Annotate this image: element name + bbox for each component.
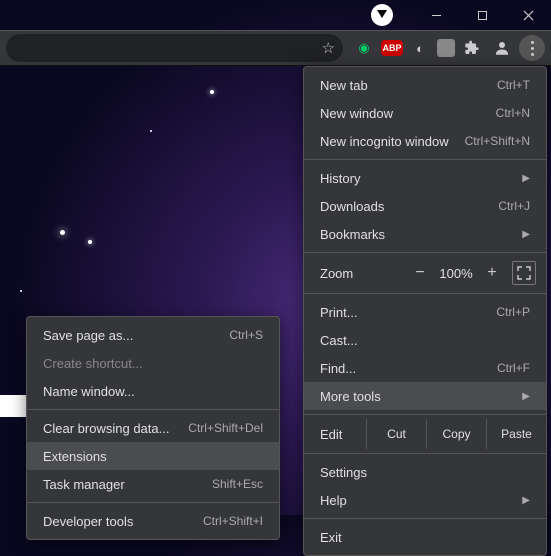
- menu-print[interactable]: Print... Ctrl+P: [304, 298, 546, 326]
- menu-label: New tab: [320, 78, 368, 93]
- menu-shortcut: Ctrl+P: [496, 305, 530, 319]
- separator: [304, 159, 546, 160]
- extension-abp-icon[interactable]: ABP: [381, 40, 403, 56]
- browser-toolbar: ☆ ◉ ABP ◐: [0, 30, 551, 66]
- edit-paste-button[interactable]: Paste: [486, 419, 546, 449]
- menu-new-window[interactable]: New window Ctrl+N: [304, 99, 546, 127]
- extension-translate-icon[interactable]: [437, 39, 455, 57]
- chevron-right-icon: ▶: [522, 391, 530, 402]
- menu-more-tools[interactable]: More tools ▶: [304, 382, 546, 410]
- zoom-out-button[interactable]: −: [406, 264, 434, 282]
- submenu-clear-browsing-data[interactable]: Clear browsing data... Ctrl+Shift+Del: [27, 414, 279, 442]
- separator: [304, 293, 546, 294]
- close-button[interactable]: [505, 0, 551, 30]
- chevron-right-icon: ▶: [522, 495, 530, 506]
- menu-label: New incognito window: [320, 134, 449, 149]
- submenu-create-shortcut: Create shortcut...: [27, 349, 279, 377]
- menu-label: Bookmarks: [320, 227, 385, 242]
- menu-settings[interactable]: Settings: [304, 458, 546, 486]
- menu-bookmarks[interactable]: Bookmarks ▶: [304, 220, 546, 248]
- kebab-icon: [531, 41, 534, 56]
- submenu-name-window[interactable]: Name window...: [27, 377, 279, 405]
- separator: [304, 252, 546, 253]
- submenu-developer-tools[interactable]: Developer tools Ctrl+Shift+I: [27, 507, 279, 535]
- zoom-label: Zoom: [320, 266, 353, 281]
- chevron-right-icon: ▶: [522, 229, 530, 240]
- submenu-task-manager[interactable]: Task manager Shift+Esc: [27, 470, 279, 498]
- submenu-label: Create shortcut...: [43, 356, 143, 371]
- menu-label: Help: [320, 493, 347, 508]
- menu-history[interactable]: History ▶: [304, 164, 546, 192]
- bookmark-star-icon[interactable]: ☆: [322, 39, 335, 57]
- submenu-label: Name window...: [43, 384, 135, 399]
- chevron-right-icon: ▶: [522, 173, 530, 184]
- zoom-in-button[interactable]: +: [478, 264, 506, 282]
- menu-label: More tools: [320, 389, 381, 404]
- menu-help[interactable]: Help ▶: [304, 486, 546, 514]
- submenu-save-page[interactable]: Save page as... Ctrl+S: [27, 321, 279, 349]
- extension-grammarly-icon[interactable]: ◉: [351, 35, 377, 61]
- menu-shortcut: Ctrl+Shift+N: [465, 134, 530, 148]
- chrome-menu-button[interactable]: [519, 35, 545, 61]
- chrome-main-menu: New tab Ctrl+T New window Ctrl+N New inc…: [303, 66, 547, 556]
- edit-cut-button[interactable]: Cut: [366, 419, 426, 449]
- menu-label: Exit: [320, 530, 342, 545]
- menu-label: New window: [320, 106, 393, 121]
- menu-find[interactable]: Find... Ctrl+F: [304, 354, 546, 382]
- separator: [304, 518, 546, 519]
- menu-shortcut: Ctrl+N: [496, 106, 530, 120]
- more-tools-submenu: Save page as... Ctrl+S Create shortcut..…: [26, 316, 280, 540]
- menu-shortcut: Ctrl+J: [498, 199, 530, 213]
- submenu-extensions[interactable]: Extensions: [27, 442, 279, 470]
- zoom-percent: 100%: [434, 266, 478, 281]
- fullscreen-button[interactable]: [512, 261, 536, 285]
- submenu-shortcut: Shift+Esc: [212, 477, 263, 491]
- extensions-puzzle-icon[interactable]: [459, 35, 485, 61]
- menu-label: Find...: [320, 361, 356, 376]
- menu-label: Downloads: [320, 199, 384, 214]
- menu-label: Print...: [320, 305, 358, 320]
- separator: [304, 453, 546, 454]
- menu-cast[interactable]: Cast...: [304, 326, 546, 354]
- submenu-label: Task manager: [43, 477, 125, 492]
- menu-shortcut: Ctrl+F: [497, 361, 530, 375]
- extension-moon-icon[interactable]: ◐: [407, 35, 433, 61]
- menu-label: Cast...: [320, 333, 358, 348]
- separator: [304, 414, 546, 415]
- submenu-label: Save page as...: [43, 328, 133, 343]
- menu-new-tab[interactable]: New tab Ctrl+T: [304, 71, 546, 99]
- separator: [27, 502, 279, 503]
- menu-new-incognito[interactable]: New incognito window Ctrl+Shift+N: [304, 127, 546, 155]
- submenu-label: Clear browsing data...: [43, 421, 169, 436]
- edit-label: Edit: [304, 427, 366, 442]
- submenu-shortcut: Ctrl+S: [229, 328, 263, 342]
- menu-zoom-row: Zoom − 100% +: [304, 257, 546, 289]
- submenu-shortcut: Ctrl+Shift+Del: [188, 421, 263, 435]
- separator: [27, 409, 279, 410]
- minimize-button[interactable]: [413, 0, 459, 30]
- submenu-shortcut: Ctrl+Shift+I: [203, 514, 263, 528]
- edit-copy-button[interactable]: Copy: [426, 419, 486, 449]
- menu-downloads[interactable]: Downloads Ctrl+J: [304, 192, 546, 220]
- menu-label: Settings: [320, 465, 367, 480]
- maximize-button[interactable]: [459, 0, 505, 30]
- menu-exit[interactable]: Exit: [304, 523, 546, 551]
- window-titlebar: [371, 0, 551, 30]
- menu-shortcut: Ctrl+T: [497, 78, 530, 92]
- account-avatar-icon[interactable]: [371, 4, 393, 26]
- menu-label: History: [320, 171, 360, 186]
- content-edge: [0, 395, 26, 417]
- submenu-label: Developer tools: [43, 514, 133, 529]
- omnibox[interactable]: ☆: [6, 34, 343, 62]
- menu-edit-row: Edit Cut Copy Paste: [304, 419, 546, 449]
- profile-avatar-icon[interactable]: [489, 35, 515, 61]
- submenu-label: Extensions: [43, 449, 107, 464]
